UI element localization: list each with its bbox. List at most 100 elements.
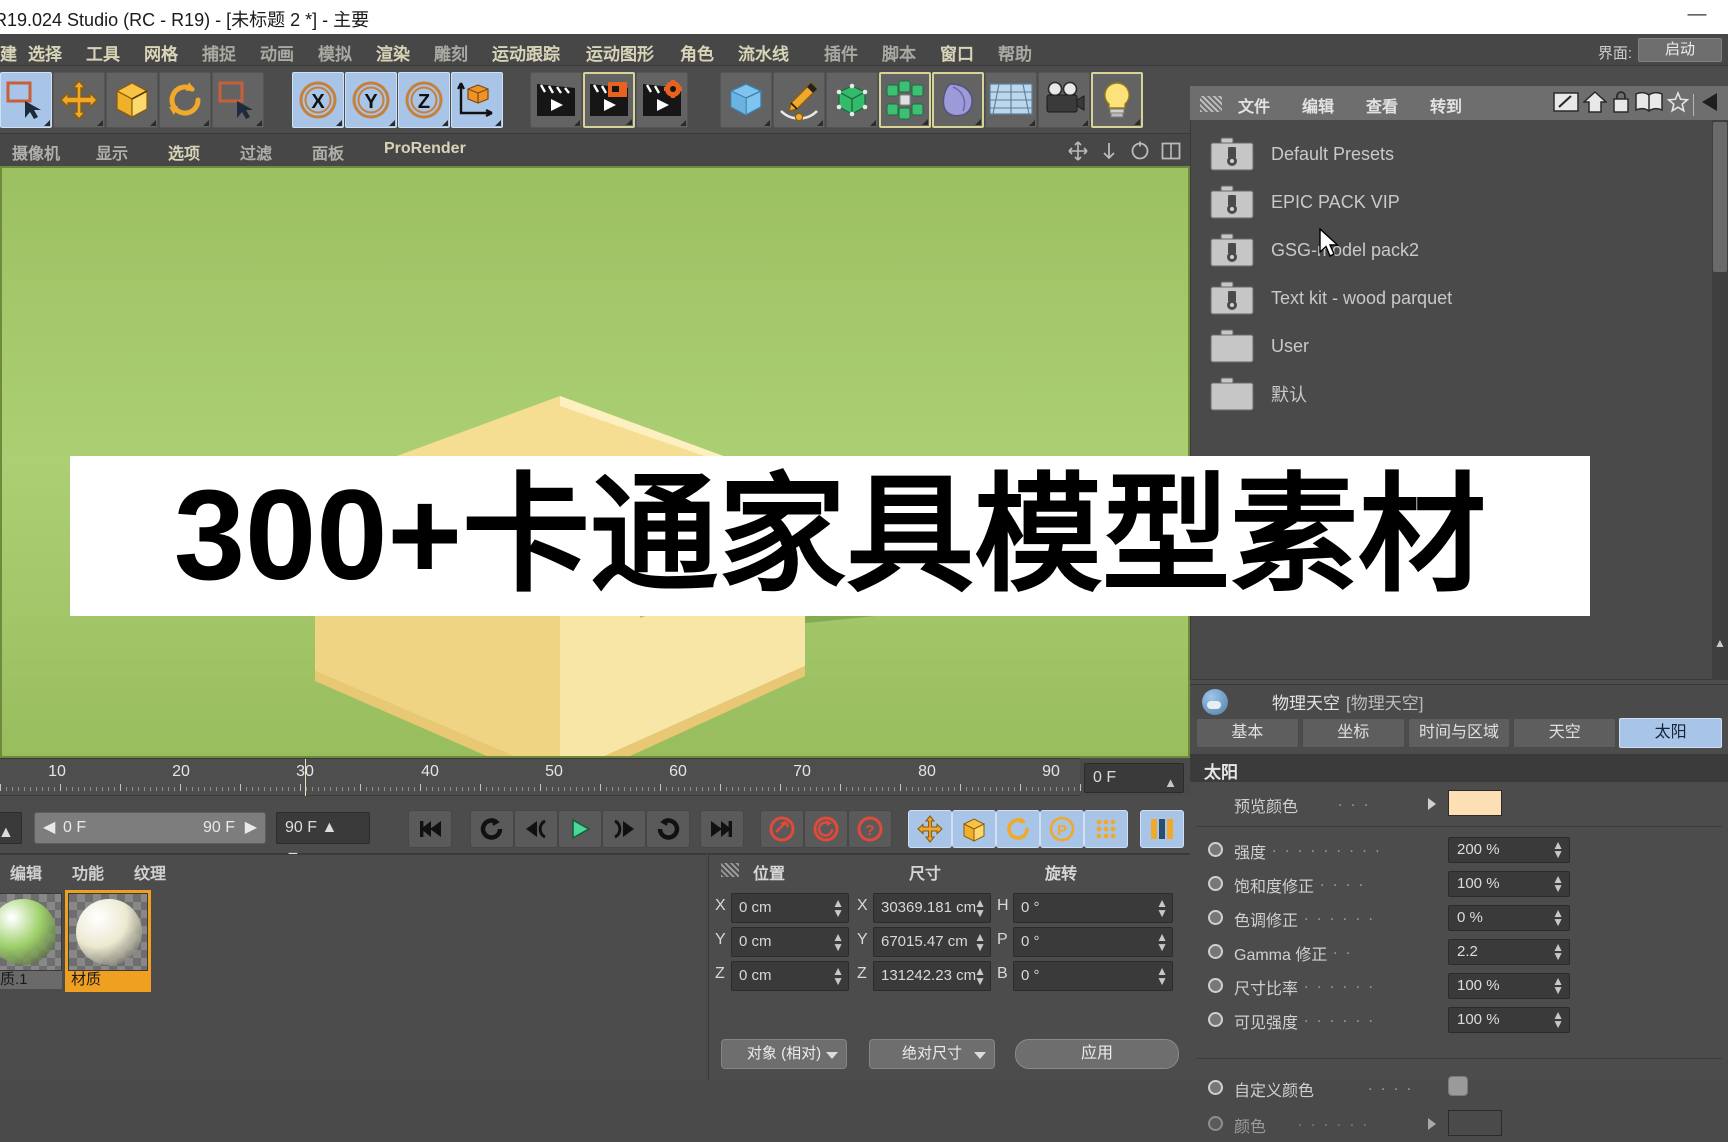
spline-pen-button[interactable] bbox=[773, 72, 825, 128]
coord-size-stepper-0[interactable]: ▲ ▼ bbox=[974, 897, 986, 919]
expand-arrow-icon[interactable] bbox=[1428, 798, 1436, 810]
menu-item-0[interactable]: 建 bbox=[0, 40, 17, 65]
menu-item-2[interactable]: 工具 bbox=[86, 40, 120, 65]
attribute-radio-5[interactable] bbox=[1208, 1012, 1223, 1027]
coord-rotation-stepper-2[interactable]: ▲ ▼ bbox=[1156, 965, 1168, 987]
down-arrow-icon[interactable] bbox=[1098, 140, 1120, 162]
menu-item-7[interactable]: 渲染 bbox=[376, 40, 410, 65]
attribute-radio-0[interactable] bbox=[1208, 842, 1223, 857]
drag-handle-icon[interactable] bbox=[721, 863, 739, 877]
rotate-tool-button[interactable] bbox=[159, 72, 211, 128]
select-tool-button[interactable] bbox=[212, 72, 264, 128]
render-settings-button[interactable] bbox=[636, 72, 688, 128]
record-key-button[interactable] bbox=[760, 810, 804, 848]
viewport-menu-item-0[interactable]: 摄像机 bbox=[12, 140, 60, 164]
goto-end-button[interactable] bbox=[700, 810, 744, 848]
current-frame-field[interactable]: 0 F ▲▼ bbox=[1084, 763, 1184, 818]
content-browser-menu-item-2[interactable]: 查看 bbox=[1366, 93, 1398, 117]
primitive-cube-button[interactable] bbox=[720, 72, 772, 128]
rotate-icon[interactable] bbox=[1129, 140, 1151, 162]
preview-color-swatch[interactable] bbox=[1448, 790, 1502, 816]
content-browser-menu-item-3[interactable]: 转到 bbox=[1430, 93, 1462, 117]
menu-item-13[interactable]: 插件 bbox=[824, 40, 858, 65]
back-arrow-icon[interactable] bbox=[1698, 91, 1722, 118]
keyframe-select-button[interactable]: ? bbox=[848, 810, 892, 848]
loop-button[interactable] bbox=[470, 810, 514, 848]
attribute-radio-1[interactable] bbox=[1208, 876, 1223, 891]
coord-size-field-1[interactable]: 67015.47 cm ▲ ▼ bbox=[873, 927, 991, 957]
coord-position-field-0[interactable]: 0 cm ▲ ▼ bbox=[731, 893, 849, 923]
play-button[interactable] bbox=[558, 810, 602, 848]
custom-color-checkbox[interactable] bbox=[1448, 1076, 1468, 1096]
key-position-button[interactable] bbox=[908, 810, 952, 848]
array-button[interactable] bbox=[879, 72, 931, 128]
move-axis-icon[interactable] bbox=[1067, 140, 1089, 162]
render-region-button[interactable] bbox=[583, 72, 635, 128]
menu-item-10[interactable]: 运动图形 bbox=[586, 40, 654, 65]
attribute-tab-1[interactable]: 坐标 bbox=[1301, 718, 1405, 748]
camera-button[interactable] bbox=[1038, 72, 1090, 128]
attribute-stepper-5[interactable]: ▲ ▼ bbox=[1552, 1009, 1564, 1030]
goto-start-button[interactable] bbox=[408, 810, 452, 848]
key-pla-button[interactable] bbox=[1084, 810, 1128, 848]
attribute-tab-4[interactable]: 太阳 bbox=[1619, 718, 1722, 748]
book-icon[interactable] bbox=[1635, 91, 1663, 118]
attribute-radio-2[interactable] bbox=[1208, 910, 1223, 925]
coord-size-dropdown[interactable]: 绝对尺寸 bbox=[869, 1039, 995, 1069]
attribute-stepper-3[interactable]: ▲ ▼ bbox=[1552, 941, 1564, 962]
menu-item-11[interactable]: 角色 bbox=[680, 40, 714, 65]
generator-button[interactable] bbox=[826, 72, 878, 128]
color-swatch[interactable] bbox=[1448, 1110, 1502, 1136]
menu-item-12[interactable]: 流水线 bbox=[738, 40, 789, 65]
viewport-menu-item-4[interactable]: 面板 bbox=[312, 140, 344, 164]
content-browser-item-3[interactable]: Text kit - wood parquet bbox=[1191, 272, 1727, 324]
custom-color-radio[interactable] bbox=[1208, 1080, 1223, 1095]
material-chip-0[interactable]: 材质.1 bbox=[0, 893, 62, 989]
viewport-menu-item-3[interactable]: 过滤 bbox=[240, 140, 272, 164]
deformer-button[interactable] bbox=[932, 72, 984, 128]
content-browser-item-0[interactable]: Default Presets bbox=[1191, 128, 1727, 180]
content-browser-item-1[interactable]: EPIC PACK VIP bbox=[1191, 176, 1727, 228]
menu-item-5[interactable]: 动画 bbox=[260, 40, 294, 65]
coord-position-stepper-0[interactable]: ▲ ▼ bbox=[832, 897, 844, 919]
content-browser-item-2[interactable]: GSG-model pack2 bbox=[1191, 224, 1727, 276]
attribute-value-field-3[interactable]: 2.2 ▲ ▼ bbox=[1448, 939, 1570, 965]
world-coord-button[interactable] bbox=[451, 72, 503, 128]
axis-x-button[interactable]: X bbox=[292, 72, 344, 128]
attribute-stepper-1[interactable]: ▲ ▼ bbox=[1552, 873, 1564, 894]
attribute-radio-4[interactable] bbox=[1208, 978, 1223, 993]
content-browser-item-5[interactable]: 默认 bbox=[1191, 368, 1727, 420]
panel-icon[interactable] bbox=[1160, 140, 1182, 162]
timeline-view-button[interactable] bbox=[1140, 810, 1184, 848]
coord-rotation-field-2[interactable]: 0 ° ▲ ▼ bbox=[1013, 961, 1173, 991]
prev-key-button[interactable] bbox=[514, 810, 558, 848]
coord-size-field-2[interactable]: 131242.23 cm ▲ ▼ bbox=[873, 961, 991, 991]
coord-size-stepper-2[interactable]: ▲ ▼ bbox=[974, 965, 986, 987]
attribute-value-field-0[interactable]: 200 % ▲ ▼ bbox=[1448, 837, 1570, 863]
render-view-button[interactable] bbox=[530, 72, 582, 128]
autokey-button[interactable] bbox=[804, 810, 848, 848]
material-chip-1[interactable]: 材质 bbox=[65, 890, 151, 992]
scale-tool-button[interactable] bbox=[106, 72, 158, 128]
color-radio[interactable] bbox=[1208, 1116, 1223, 1131]
playhead[interactable] bbox=[305, 759, 306, 797]
key-rotation-button[interactable] bbox=[996, 810, 1040, 848]
menu-item-1[interactable]: 选择 bbox=[28, 40, 62, 65]
move-tool-button[interactable] bbox=[53, 72, 105, 128]
coord-position-stepper-2[interactable]: ▲ ▼ bbox=[832, 965, 844, 987]
coord-size-field-0[interactable]: 30369.181 cm ▲ ▼ bbox=[873, 893, 991, 923]
preview-range-slider[interactable]: ◀ 0 F 90 F ▶ bbox=[34, 812, 266, 844]
coord-size-stepper-1[interactable]: ▲ ▼ bbox=[974, 931, 986, 953]
timeline-ruler[interactable]: 10 20 30 40 50 60 70 80 90 bbox=[0, 758, 1081, 797]
coord-rotation-stepper-1[interactable]: ▲ ▼ bbox=[1156, 931, 1168, 953]
viewport-menu-item-2[interactable]: 选项 bbox=[168, 140, 200, 164]
menu-item-6[interactable]: 模拟 bbox=[318, 40, 352, 65]
attribute-radio-3[interactable] bbox=[1208, 944, 1223, 959]
lock-icon[interactable] bbox=[1611, 91, 1631, 118]
scrollbar-thumb[interactable] bbox=[1713, 122, 1727, 272]
attribute-tab-0[interactable]: 基本 bbox=[1196, 718, 1299, 748]
menu-item-8[interactable]: 雕刻 bbox=[434, 40, 468, 65]
light-button[interactable] bbox=[1091, 72, 1143, 128]
range-right-arrow[interactable]: ▶ bbox=[245, 813, 257, 843]
star-icon[interactable] bbox=[1666, 90, 1690, 118]
